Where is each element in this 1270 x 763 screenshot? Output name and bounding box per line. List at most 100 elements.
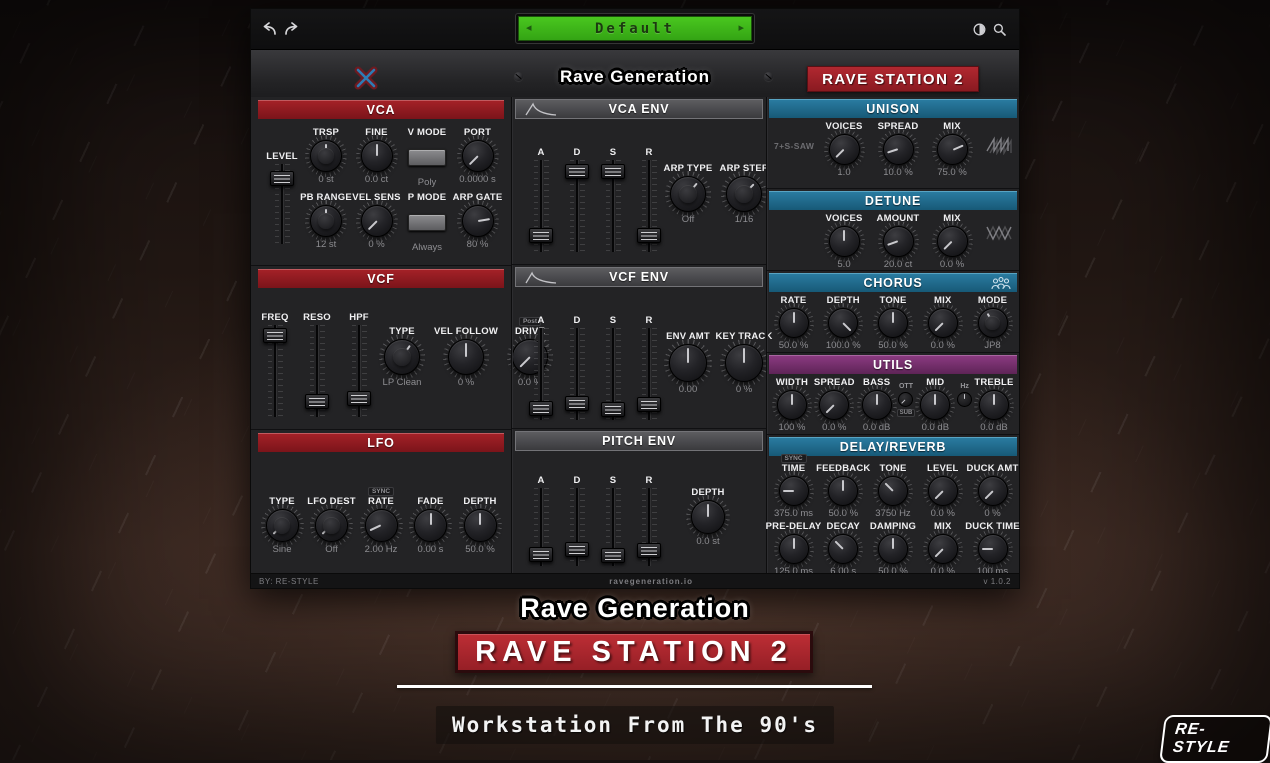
slider-level-track[interactable] [275, 164, 290, 244]
knob-trsp[interactable] [310, 140, 342, 172]
knob-decay[interactable] [828, 534, 858, 564]
knob-duck-time[interactable] [978, 534, 1008, 564]
slider-a-track[interactable] [534, 488, 549, 566]
slider-d-track[interactable] [570, 488, 585, 566]
slider-a-handle[interactable] [529, 228, 553, 243]
slider-r-track[interactable] [642, 488, 657, 566]
slider-freq-handle[interactable] [263, 328, 287, 343]
knob-rate[interactable] [779, 308, 809, 338]
p-mode-value: Always [412, 242, 442, 253]
slider-a: A [528, 475, 554, 566]
knob-feedback[interactable] [828, 476, 858, 506]
slider-d-handle[interactable] [565, 396, 589, 411]
slider-reso-track[interactable] [310, 325, 325, 417]
slider-hpf: HPF [345, 312, 373, 417]
knob-arp-type[interactable] [670, 176, 706, 212]
knob-arp-gate[interactable] [462, 205, 494, 237]
contrast-icon[interactable] [973, 23, 989, 37]
knob-damping[interactable] [878, 534, 908, 564]
knob-time[interactable] [779, 476, 809, 506]
knob-tone[interactable] [878, 308, 908, 338]
knob-lfo-dest[interactable] [315, 509, 348, 542]
knob-mix[interactable] [928, 534, 958, 564]
knob-level[interactable] [928, 476, 958, 506]
slider-s-handle[interactable] [601, 164, 625, 179]
knob-pre-delay[interactable] [779, 534, 809, 564]
knob-fade[interactable] [414, 509, 447, 542]
slider-r-track[interactable] [642, 328, 657, 420]
slider-d-handle[interactable] [565, 164, 589, 179]
preset-next-icon[interactable]: ▸ [738, 23, 744, 34]
knob-type[interactable] [266, 509, 299, 542]
knob-voices[interactable] [829, 134, 860, 165]
knob-fine[interactable] [361, 140, 393, 172]
mini-ott-label: OTT [899, 383, 913, 390]
slider-d-track[interactable] [570, 160, 585, 252]
knob-voices[interactable] [829, 226, 860, 257]
knob-vel-sens[interactable] [361, 205, 393, 237]
slider-d-track[interactable] [570, 328, 585, 420]
mini-hz-knob[interactable] [957, 392, 972, 407]
bottom-banner: RAVE STATION 2 [455, 631, 813, 673]
slider-r-handle[interactable] [637, 543, 661, 558]
knob-pointer [272, 525, 282, 535]
knob-amount[interactable] [883, 226, 914, 257]
knob-mode[interactable] [978, 308, 1008, 338]
slider-r-handle[interactable] [637, 397, 661, 412]
slider-a-track[interactable] [534, 160, 549, 252]
slider-s-handle[interactable] [601, 548, 625, 563]
undo-icon[interactable] [263, 22, 279, 36]
slider-r-track[interactable] [642, 160, 657, 252]
redo-icon[interactable] [283, 22, 299, 36]
knob-rate[interactable] [365, 509, 398, 542]
slider-s-track[interactable] [606, 328, 621, 420]
preset-name[interactable]: Default [532, 21, 739, 37]
slider-s: S [600, 315, 626, 420]
knob-pointer [782, 490, 793, 492]
slider-a-handle[interactable] [529, 547, 553, 562]
zoom-icon[interactable] [993, 23, 1009, 37]
knob-mix[interactable] [937, 134, 968, 165]
website-link[interactable]: ravegeneration.io [609, 577, 693, 586]
knob-treble[interactable] [979, 390, 1009, 420]
knob-mix[interactable] [937, 226, 968, 257]
slider-r-handle[interactable] [637, 228, 661, 243]
slider-d-handle[interactable] [565, 542, 589, 557]
slider-level-handle[interactable] [270, 171, 294, 186]
slider-a-handle[interactable] [529, 401, 553, 416]
knob-spread[interactable] [883, 134, 914, 165]
knob-mix[interactable] [928, 308, 958, 338]
knob-tone[interactable] [878, 476, 908, 506]
preset-display[interactable]: ◂ Default ▸ [515, 13, 755, 44]
mini-sync-toggle[interactable]: SYNC [368, 487, 394, 496]
slider-hpf-track[interactable] [352, 325, 367, 417]
knob-width[interactable] [777, 390, 807, 420]
knob-spread[interactable] [819, 390, 849, 420]
knob-bass[interactable] [862, 390, 892, 420]
slider-hpf-handle[interactable] [347, 391, 371, 406]
slider-s-track[interactable] [606, 488, 621, 566]
knob-key-track[interactable] [725, 344, 763, 382]
knob-depth[interactable] [464, 509, 497, 542]
knob-vel-follow[interactable] [448, 339, 484, 375]
knob-depth[interactable] [691, 500, 725, 534]
mini-hz-label: Hz [960, 383, 969, 390]
slider-a-track[interactable] [534, 328, 549, 420]
knob-arp-step[interactable] [726, 176, 762, 212]
mini-sub-toggle[interactable]: SUB [897, 409, 916, 417]
slider-reso-handle[interactable] [305, 394, 329, 409]
button-v-mode[interactable] [408, 149, 446, 166]
knob-duck-amt[interactable] [978, 476, 1008, 506]
mini-sync-toggle[interactable]: SYNC [780, 454, 806, 463]
knob-depth[interactable] [828, 308, 858, 338]
button-p-mode[interactable] [408, 214, 446, 231]
slider-s-handle[interactable] [601, 402, 625, 417]
mini-ott-knob[interactable] [898, 392, 913, 407]
knob-port[interactable] [462, 140, 494, 172]
knob-env-amt[interactable] [669, 344, 707, 382]
knob-type[interactable] [384, 339, 420, 375]
knob-mid[interactable] [920, 390, 950, 420]
slider-s-track[interactable] [606, 160, 621, 252]
knob-pb-range[interactable] [310, 205, 342, 237]
slider-freq-track[interactable] [268, 325, 283, 417]
